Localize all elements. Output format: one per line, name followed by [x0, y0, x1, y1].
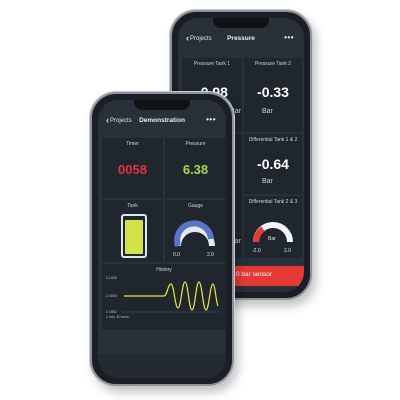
front-nav-bar: ‹Projects Demonstration ••• [98, 114, 226, 130]
tile-differential-2-3[interactable]: Differential Tank 2 & 3 Bar -2.0 2.0 [244, 196, 302, 258]
gauge-chart [174, 220, 215, 247]
tile-gauge[interactable]: Gauge 0.0 2.0 [165, 200, 226, 262]
tile-unit: Bar [262, 178, 273, 185]
tank-fill [125, 220, 143, 254]
bottom-bar [98, 354, 226, 378]
gauge-max-label: 2.0 [284, 248, 291, 254]
tile-label: Timer [126, 141, 139, 147]
tile-value: -0.64 [257, 156, 289, 172]
tile-label: Differential Tank 2 & 3 [248, 199, 298, 205]
tile-label: Differential Tank 1 & 2 [248, 137, 298, 143]
tile-label: Pressure Tank 1 [193, 61, 231, 67]
tile-pressure[interactable]: Pressure 6.38 [165, 138, 226, 198]
history-y-label-mid: 2.0000 [106, 294, 117, 298]
tile-label: Pressure [185, 141, 206, 147]
timer-value: 0058 [118, 162, 147, 177]
tile-tank[interactable]: Tank [102, 200, 163, 262]
history-y-label-top: 2.1005 [106, 276, 117, 280]
gauge-min-label: -2.0 [252, 248, 261, 254]
tile-differential-1-2[interactable]: Differential Tank 1 & 2 -0.64 Bar [244, 134, 302, 194]
phone-notch [213, 18, 269, 28]
tank-container [121, 214, 147, 258]
tile-pressure-tank-2[interactable]: Pressure Tank 2 -0.33 Bar [244, 58, 302, 132]
history-chart [122, 281, 220, 313]
history-line [124, 281, 219, 311]
tile-unit: Bar [262, 108, 273, 115]
tile-label: Tank [127, 203, 138, 209]
back-nav-bar: ‹Projects Pressure ••• [178, 32, 304, 48]
gauge-unit: Bar [268, 236, 276, 242]
more-options-icon[interactable]: ••• [284, 33, 294, 42]
more-options-icon[interactable]: ••• [206, 115, 216, 124]
phone-notch [134, 100, 190, 110]
alert-text: 0 bar sensor [236, 271, 273, 278]
tile-value: -0.33 [257, 84, 289, 100]
gauge-fill [253, 226, 265, 243]
pressure-value: 6.38 [182, 162, 209, 177]
history-y-label-bottom: 0.1852 [106, 310, 117, 314]
tile-label: Pressure Tank 2 [254, 61, 292, 67]
tile-timer[interactable]: Timer 0058 [102, 138, 163, 198]
gauge-min-label: 0.0 [173, 252, 180, 258]
front-phone: ‹Projects Demonstration ••• Timer 0058 P… [90, 92, 234, 386]
tile-history[interactable]: History 2.1005 2.0000 0.1852 1 min, 40 s… [102, 264, 226, 330]
front-phone-screen: ‹Projects Demonstration ••• Timer 0058 P… [98, 100, 226, 378]
gauge-max-label: 2.0 [207, 252, 214, 258]
tile-label: History [156, 267, 172, 273]
